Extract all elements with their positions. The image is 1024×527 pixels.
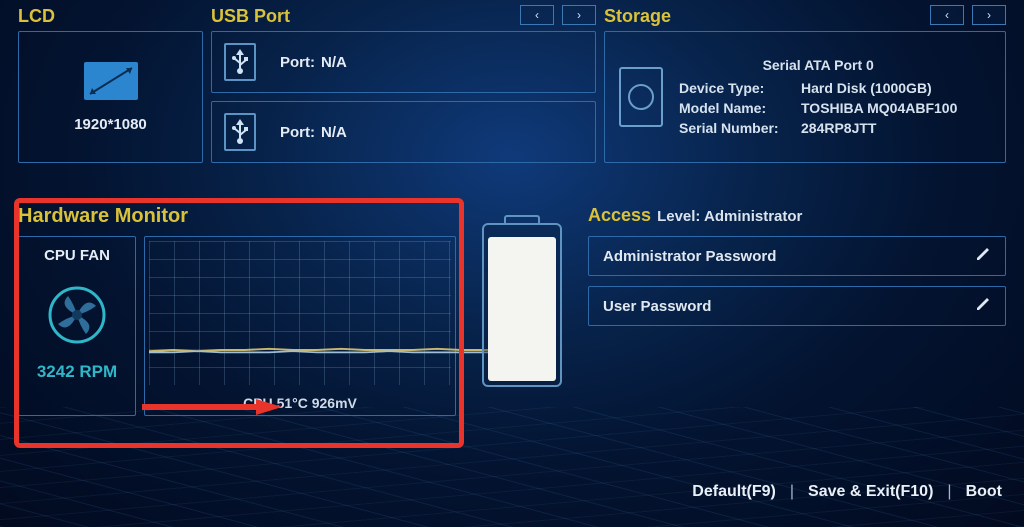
usb-port-label: Port: xyxy=(280,54,315,71)
lcd-resolution: 1920*1080 xyxy=(74,116,147,133)
cpu-chart-grid xyxy=(149,241,451,385)
default-button[interactable]: Default(F9) xyxy=(692,483,776,501)
storage-model-value: TOSHIBA MQ04ABF100 xyxy=(801,98,957,118)
user-password-label: User Password xyxy=(603,298,711,315)
cpu-chart-caption: CPU 51°C 926mV xyxy=(145,395,455,411)
hard-disk-icon xyxy=(619,67,663,127)
cpu-fan-panel: CPU FAN 3242 R xyxy=(18,236,136,416)
display-diagonal-icon xyxy=(84,62,138,100)
access-level-label: Level: xyxy=(657,208,700,225)
user-password-row[interactable]: User Password xyxy=(588,286,1006,326)
administrator-password-row[interactable]: Administrator Password xyxy=(588,236,1006,276)
administrator-password-label: Administrator Password xyxy=(603,248,776,265)
battery-icon xyxy=(482,223,562,387)
cpu-chart-line xyxy=(149,344,509,356)
cpu-fan-label: CPU FAN xyxy=(23,247,131,264)
usb-next-button[interactable]: › xyxy=(562,5,596,25)
edit-icon xyxy=(975,246,991,267)
storage-device-type-label: Device Type: xyxy=(679,78,801,98)
storage-port-header: Serial ATA Port 0 xyxy=(679,55,957,75)
lcd-panel: 1920*1080 xyxy=(18,31,203,163)
save-exit-button[interactable]: Save & Exit(F10) xyxy=(808,483,933,501)
usb-prev-button[interactable]: ‹ xyxy=(520,5,554,25)
usb-port-value: N/A xyxy=(321,54,347,71)
cpu-chart-panel: CPU 51°C 926mV xyxy=(144,236,456,416)
storage-serial-label: Serial Number: xyxy=(679,118,801,138)
usb-icon xyxy=(224,113,256,151)
usb-port-row: Port: N/A xyxy=(211,101,596,163)
usb-port-row: Port: N/A xyxy=(211,31,596,93)
usb-port-label: Port: xyxy=(280,124,315,141)
usb-port-value: N/A xyxy=(321,124,347,141)
battery-fill xyxy=(488,237,556,381)
edit-icon xyxy=(975,296,991,317)
storage-model-label: Model Name: xyxy=(679,98,801,118)
storage-next-button[interactable]: › xyxy=(972,5,1006,25)
storage-device-type-value: Hard Disk (1000GB) xyxy=(801,78,932,98)
usb-icon xyxy=(224,43,256,81)
access-level-value: Administrator xyxy=(704,208,802,225)
access-title: Access xyxy=(588,205,651,226)
storage-serial-value: 284RP8JTT xyxy=(801,118,876,138)
fan-icon xyxy=(48,286,106,344)
boot-button[interactable]: Boot xyxy=(966,483,1002,501)
storage-panel: Serial ATA Port 0 Device Type: Hard Disk… xyxy=(604,31,1006,163)
hardware-monitor-title: Hardware Monitor xyxy=(18,205,456,228)
footer-actions: Default(F9) | Save & Exit(F10) | Boot xyxy=(692,483,1002,501)
lcd-title: LCD xyxy=(18,5,203,27)
storage-prev-button[interactable]: ‹ xyxy=(930,5,964,25)
cpu-fan-rpm: 3242 RPM xyxy=(23,362,131,382)
